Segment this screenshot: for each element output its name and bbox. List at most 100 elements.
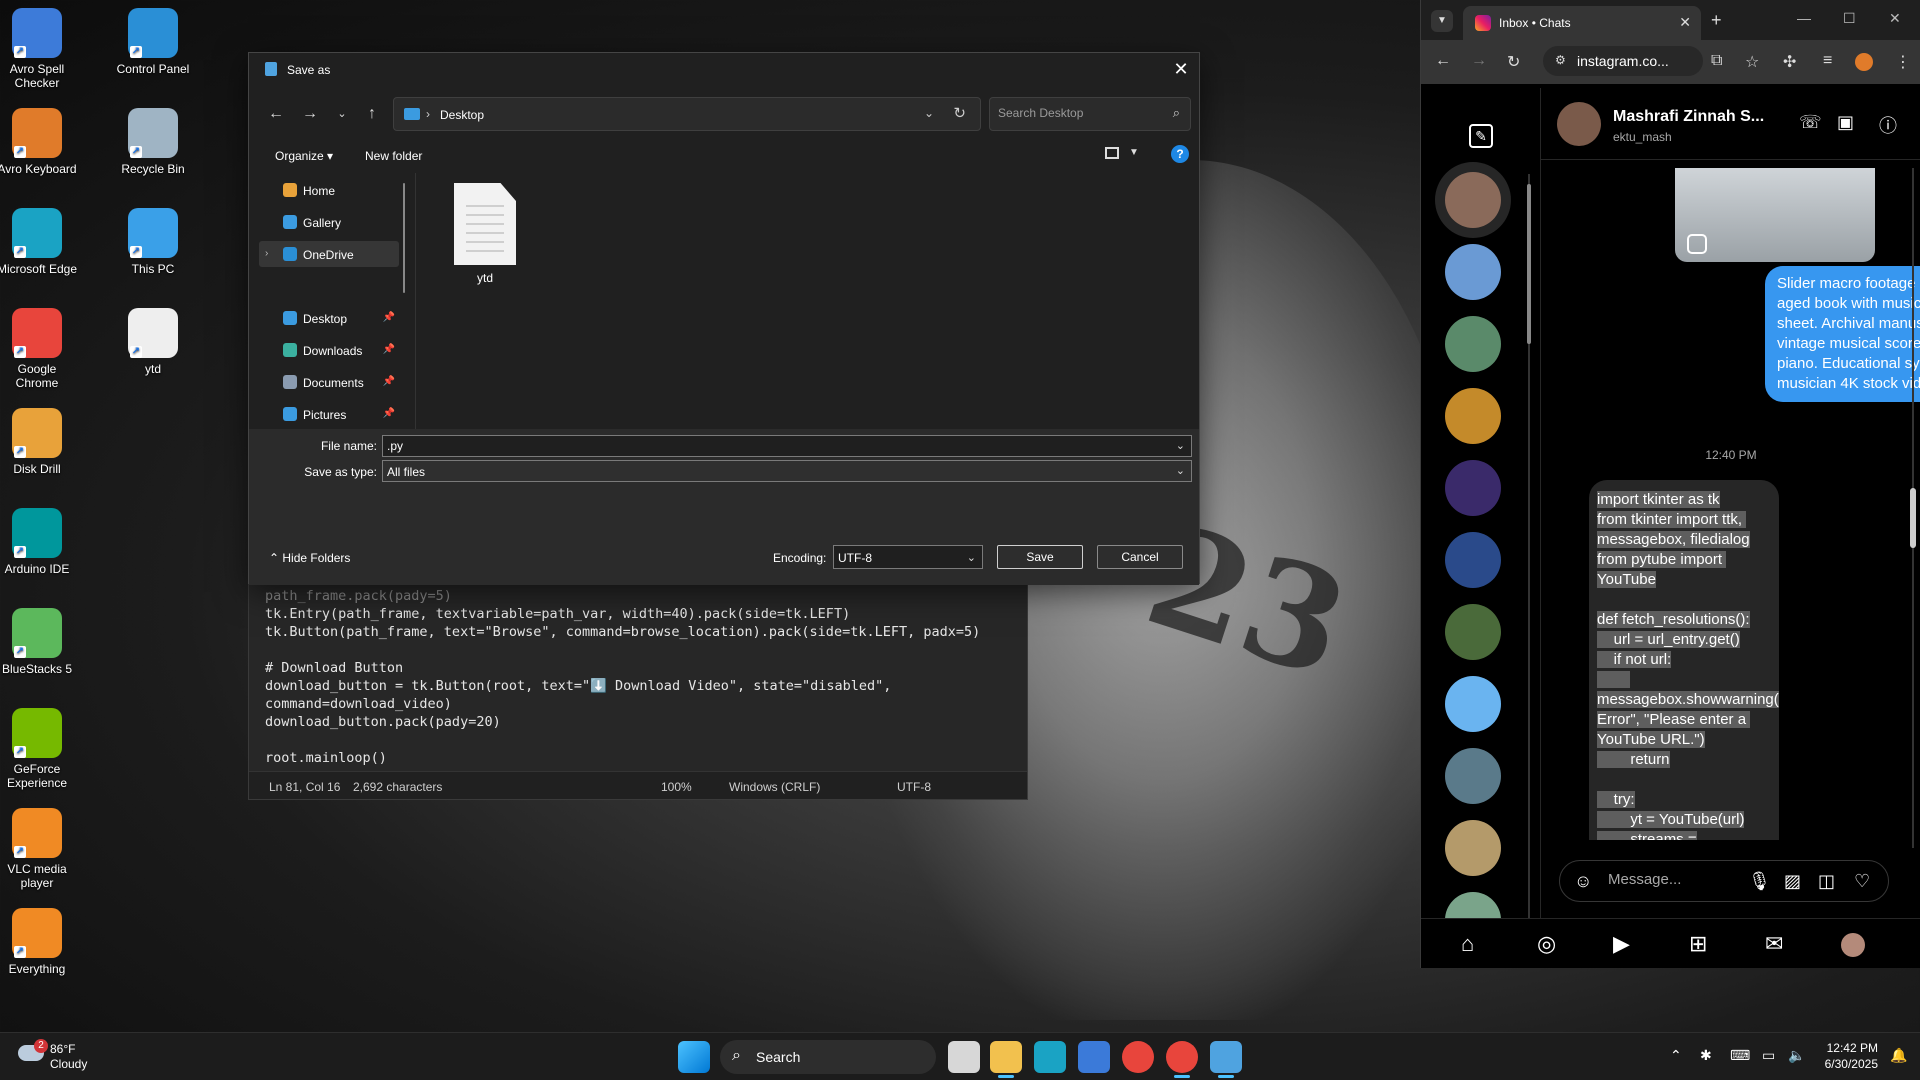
chrome-profile-icon[interactable] [1166,1041,1198,1073]
start-icon[interactable] [678,1041,710,1073]
browser-forward-icon[interactable]: → [1471,52,1487,70]
search-input[interactable] [998,106,1158,120]
desktop-icon[interactable]: ↗ BlueStacks 5 [0,608,78,676]
organize-button[interactable]: Organize ▾ [275,149,333,163]
back-button[interactable]: ← [265,103,287,125]
tab-menu-button[interactable]: ▼ [1431,10,1453,32]
pane-divider[interactable] [415,173,416,435]
chat-list-avatar[interactable] [1445,748,1501,804]
address-bar[interactable]: › Desktop ⌄ ↻ [393,97,981,131]
bookmark-star-icon[interactable]: ☆ [1745,52,1759,72]
nav-item-downloads[interactable]: Downloads 📌 [259,337,399,363]
reload-icon[interactable]: ↻ [1507,52,1520,72]
browser-menu-icon[interactable]: ⋮ [1895,52,1911,72]
desktop-icon[interactable]: ↗ Arduino IDE [0,508,78,576]
chat-list-avatar[interactable] [1445,388,1501,444]
desktop-icon[interactable]: ↗ Disk Drill [0,408,78,476]
file-explorer-icon[interactable] [990,1041,1022,1073]
home-icon[interactable]: ⌂ [1461,931,1474,957]
chrome-icon[interactable] [1122,1041,1154,1073]
edge-icon[interactable] [1034,1041,1066,1073]
rail-scroll-thumb[interactable] [1527,184,1531,344]
url-text[interactable]: instagram.co... [1577,53,1669,69]
received-message[interactable]: import tkinter as tk from tkinter import… [1589,480,1779,840]
message-input[interactable] [1608,871,1728,888]
chat-list-avatar[interactable] [1445,460,1501,516]
chat-avatar[interactable] [1557,102,1601,146]
heart-icon[interactable]: ♡ [1854,871,1870,892]
emoji-icon[interactable]: ☺ [1574,871,1592,892]
received-message-text[interactable]: import tkinter as tk from tkinter import… [1597,491,1779,840]
network-icon[interactable]: ▭ [1762,1047,1775,1064]
nav-item-home[interactable]: Home [259,177,399,203]
close-tab-icon[interactable]: ✕ [1679,14,1691,31]
file-name-field[interactable]: ⌄ [382,435,1192,457]
desktop-icon[interactable]: ↗ Avro Spell Checker [0,8,78,90]
sent-message[interactable]: Slider macro footage of Mozart aged book… [1765,266,1920,402]
nav-item-gallery[interactable]: Gallery [259,209,399,235]
desktop-icon[interactable]: ↗ Recycle Bin [112,108,194,176]
rail-scrollbar[interactable] [1525,174,1533,924]
chat-list-avatar[interactable] [1445,676,1501,732]
chat-list-avatar[interactable] [1445,532,1501,588]
create-icon[interactable]: ⊞ [1689,931,1707,957]
status-encoding[interactable]: UTF-8 [897,780,931,794]
encoding-select[interactable]: UTF-8 ⌄ [833,545,983,569]
save-type-select[interactable]: All files ⌄ [382,460,1192,482]
notepad-icon[interactable] [1210,1041,1242,1073]
volume-icon[interactable]: 🔈 [1788,1047,1805,1064]
code-editor[interactable]: path_frame.pack(pady=5) tk.Entry(path_fra… [265,587,980,767]
new-tab-button[interactable]: + [1711,10,1722,31]
install-app-icon[interactable]: ⧉ [1711,52,1722,70]
address-path[interactable]: Desktop [440,108,484,122]
status-zoom[interactable]: 100% [661,780,692,794]
clock[interactable]: 12:42 PM 6/30/2025 [1825,1041,1878,1073]
site-info-icon[interactable]: ⚙ [1555,53,1566,67]
help-icon[interactable]: ? [1171,145,1189,163]
chevron-down-icon[interactable]: ⌄ [967,551,976,564]
reading-list-icon[interactable]: ≡ [1823,52,1832,70]
search-icon[interactable]: ⌕ [1173,105,1180,121]
taskbar-search[interactable]: ⌕ Search [720,1040,936,1074]
refresh-icon[interactable]: ↻ [953,104,966,122]
chat-list-avatar[interactable] [1445,316,1501,372]
desktop-icon[interactable]: ↗ This PC [112,208,194,276]
minimize-button[interactable]: — [1797,10,1811,26]
shared-reel-thumbnail[interactable] [1675,168,1875,262]
nav-item-documents[interactable]: Documents 📌 [259,369,399,395]
chevron-down-icon[interactable]: ⌄ [1176,464,1185,477]
forward-button[interactable]: → [299,103,321,125]
store-icon[interactable] [1078,1041,1110,1073]
messenger-icon[interactable]: ✉ [1765,931,1783,957]
url-bar[interactable]: ⚙ instagram.co... [1543,46,1703,76]
sticker-icon[interactable]: ◫ [1818,871,1835,892]
status-line-ending[interactable]: Windows (CRLF) [729,780,820,794]
nav-item-desktop[interactable]: Desktop 📌 [259,305,399,331]
chat-list-avatar[interactable] [1445,172,1501,228]
explore-icon[interactable]: ◎ [1537,931,1556,957]
recent-locations-button[interactable]: ⌄ [331,103,353,125]
chat-scrollbar[interactable] [1909,168,1917,848]
profile-avatar[interactable] [1855,53,1873,71]
compose-icon[interactable]: ✎ [1469,124,1493,148]
extensions-icon[interactable]: ✣ [1783,52,1796,72]
chevron-right-icon[interactable]: › [265,248,268,259]
tray-overflow-icon[interactable]: ⌃ [1670,1047,1682,1064]
browser-back-icon[interactable]: ← [1435,52,1451,70]
desktop-icon[interactable]: ↗ VLC media player [0,808,78,890]
chat-list-avatar[interactable] [1445,244,1501,300]
bluetooth-icon[interactable]: ✱ [1700,1047,1712,1064]
desktop-icon[interactable]: ↗ Control Panel [112,8,194,76]
file-name-input[interactable] [387,439,1147,453]
nav-item-onedrive[interactable]: › OneDrive [259,241,399,267]
navigation-scrollbar[interactable] [403,183,405,293]
microphone-icon[interactable]: 🎙 [1748,871,1771,892]
info-icon[interactable]: ⓘ [1879,112,1897,138]
phone-icon[interactable]: ☏ [1799,112,1822,133]
notification-bell-icon[interactable]: 🔔 [1890,1047,1907,1064]
chevron-down-icon[interactable]: ⌄ [1176,439,1185,452]
tab-instagram[interactable]: Inbox • Chats ✕ [1463,6,1701,40]
desktop-icon[interactable]: ↗ Microsoft Edge [0,208,78,276]
image-icon[interactable]: ▨ [1784,871,1801,892]
desktop-icon[interactable]: ↗ Everything [0,908,78,976]
